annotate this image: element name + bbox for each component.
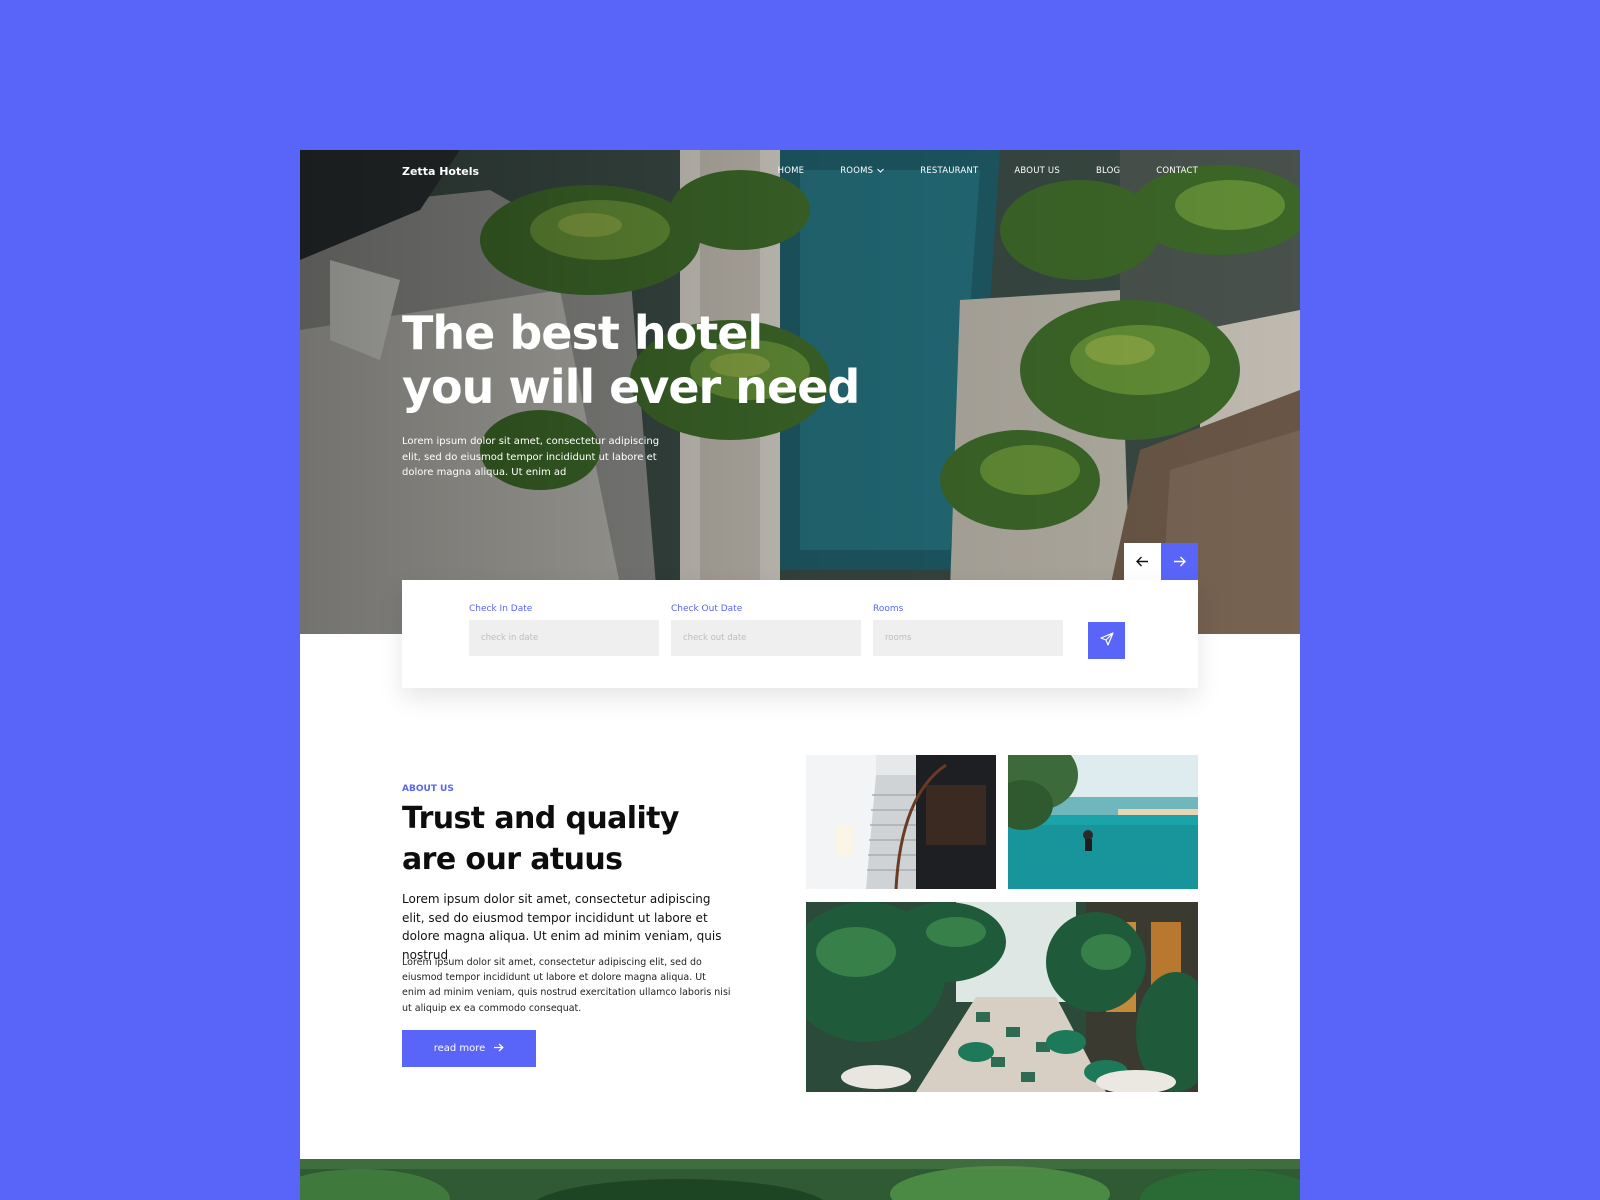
about-title-line-2: are our atuus — [402, 842, 623, 877]
check-in-input[interactable]: check in date — [469, 620, 659, 656]
booking-form: Check In Date check in date Check Out Da… — [402, 580, 1198, 688]
read-more-button[interactable]: read more — [402, 1030, 536, 1067]
nav-item-about-us[interactable]: ABOUT US — [1014, 166, 1060, 176]
search-submit-button[interactable] — [1088, 622, 1125, 659]
infinity-pool-photo — [1008, 755, 1198, 889]
main-nav: HOME ROOMS RESTAURANT ABOUT US BLOG CONT… — [778, 166, 1198, 176]
slider-next-button[interactable] — [1161, 543, 1198, 580]
check-in-label: Check In Date — [469, 604, 533, 614]
nav-item-restaurant[interactable]: RESTAURANT — [920, 166, 978, 176]
rooms-input[interactable]: rooms — [873, 620, 1063, 656]
hero-section: Zetta Hotels HOME ROOMS RESTAURANT ABOUT… — [300, 150, 1300, 634]
garden-terrace-photo — [806, 902, 1198, 1092]
about-title-line-1: Trust and quality — [402, 801, 679, 836]
rooms-field: Rooms rooms — [873, 604, 1063, 656]
hero-title-line-2: you will ever need — [402, 360, 860, 414]
arrow-left-icon — [1136, 552, 1149, 571]
chevron-down-icon — [877, 167, 885, 175]
read-more-label: read more — [433, 1043, 486, 1054]
nav-item-rooms[interactable]: ROOMS — [840, 166, 885, 176]
nav-item-label: CONTACT — [1156, 166, 1198, 176]
nav-item-label: ABOUT US — [1014, 166, 1060, 176]
nav-item-blog[interactable]: BLOG — [1096, 166, 1120, 176]
nav-item-home[interactable]: HOME — [778, 166, 805, 176]
about-eyebrow: ABOUT US — [402, 784, 454, 794]
nav-item-contact[interactable]: CONTACT — [1156, 166, 1198, 176]
nav-item-label: RESTAURANT — [920, 166, 979, 176]
check-out-input[interactable]: check out date — [671, 620, 861, 656]
check-in-field: Check In Date check in date — [469, 604, 659, 656]
nav-item-label: ROOMS — [840, 166, 874, 176]
about-title: Trust and quality are our atuus — [402, 798, 722, 880]
next-section-image — [300, 1159, 1300, 1200]
check-out-label: Check Out Date — [671, 604, 743, 614]
arrow-right-icon — [493, 1043, 505, 1055]
rooms-label: Rooms — [873, 604, 904, 614]
arrow-right-icon — [1173, 552, 1186, 571]
hero-title: The best hotel you will ever need — [402, 306, 862, 414]
brand-logo[interactable]: Zetta Hotels — [402, 165, 479, 178]
staircase-photo — [806, 755, 996, 889]
about-body-text: Lorem ipsum dolor sit amet, consectetur … — [402, 957, 731, 1014]
slider-controls — [1124, 543, 1198, 580]
slider-prev-button[interactable] — [1124, 543, 1161, 580]
hero-description: Lorem ipsum dolor sit amet, consectetur … — [402, 436, 660, 478]
nav-item-label: BLOG — [1095, 166, 1121, 176]
hero-title-line-1: The best hotel — [402, 306, 763, 360]
about-lead-text: Lorem ipsum dolor sit amet, consectetur … — [402, 892, 722, 962]
landing-page: Zetta Hotels HOME ROOMS RESTAURANT ABOUT… — [300, 150, 1300, 1200]
nav-item-label: HOME — [777, 166, 805, 176]
paper-plane-icon — [1099, 631, 1114, 650]
check-out-field: Check Out Date check out date — [671, 604, 861, 656]
